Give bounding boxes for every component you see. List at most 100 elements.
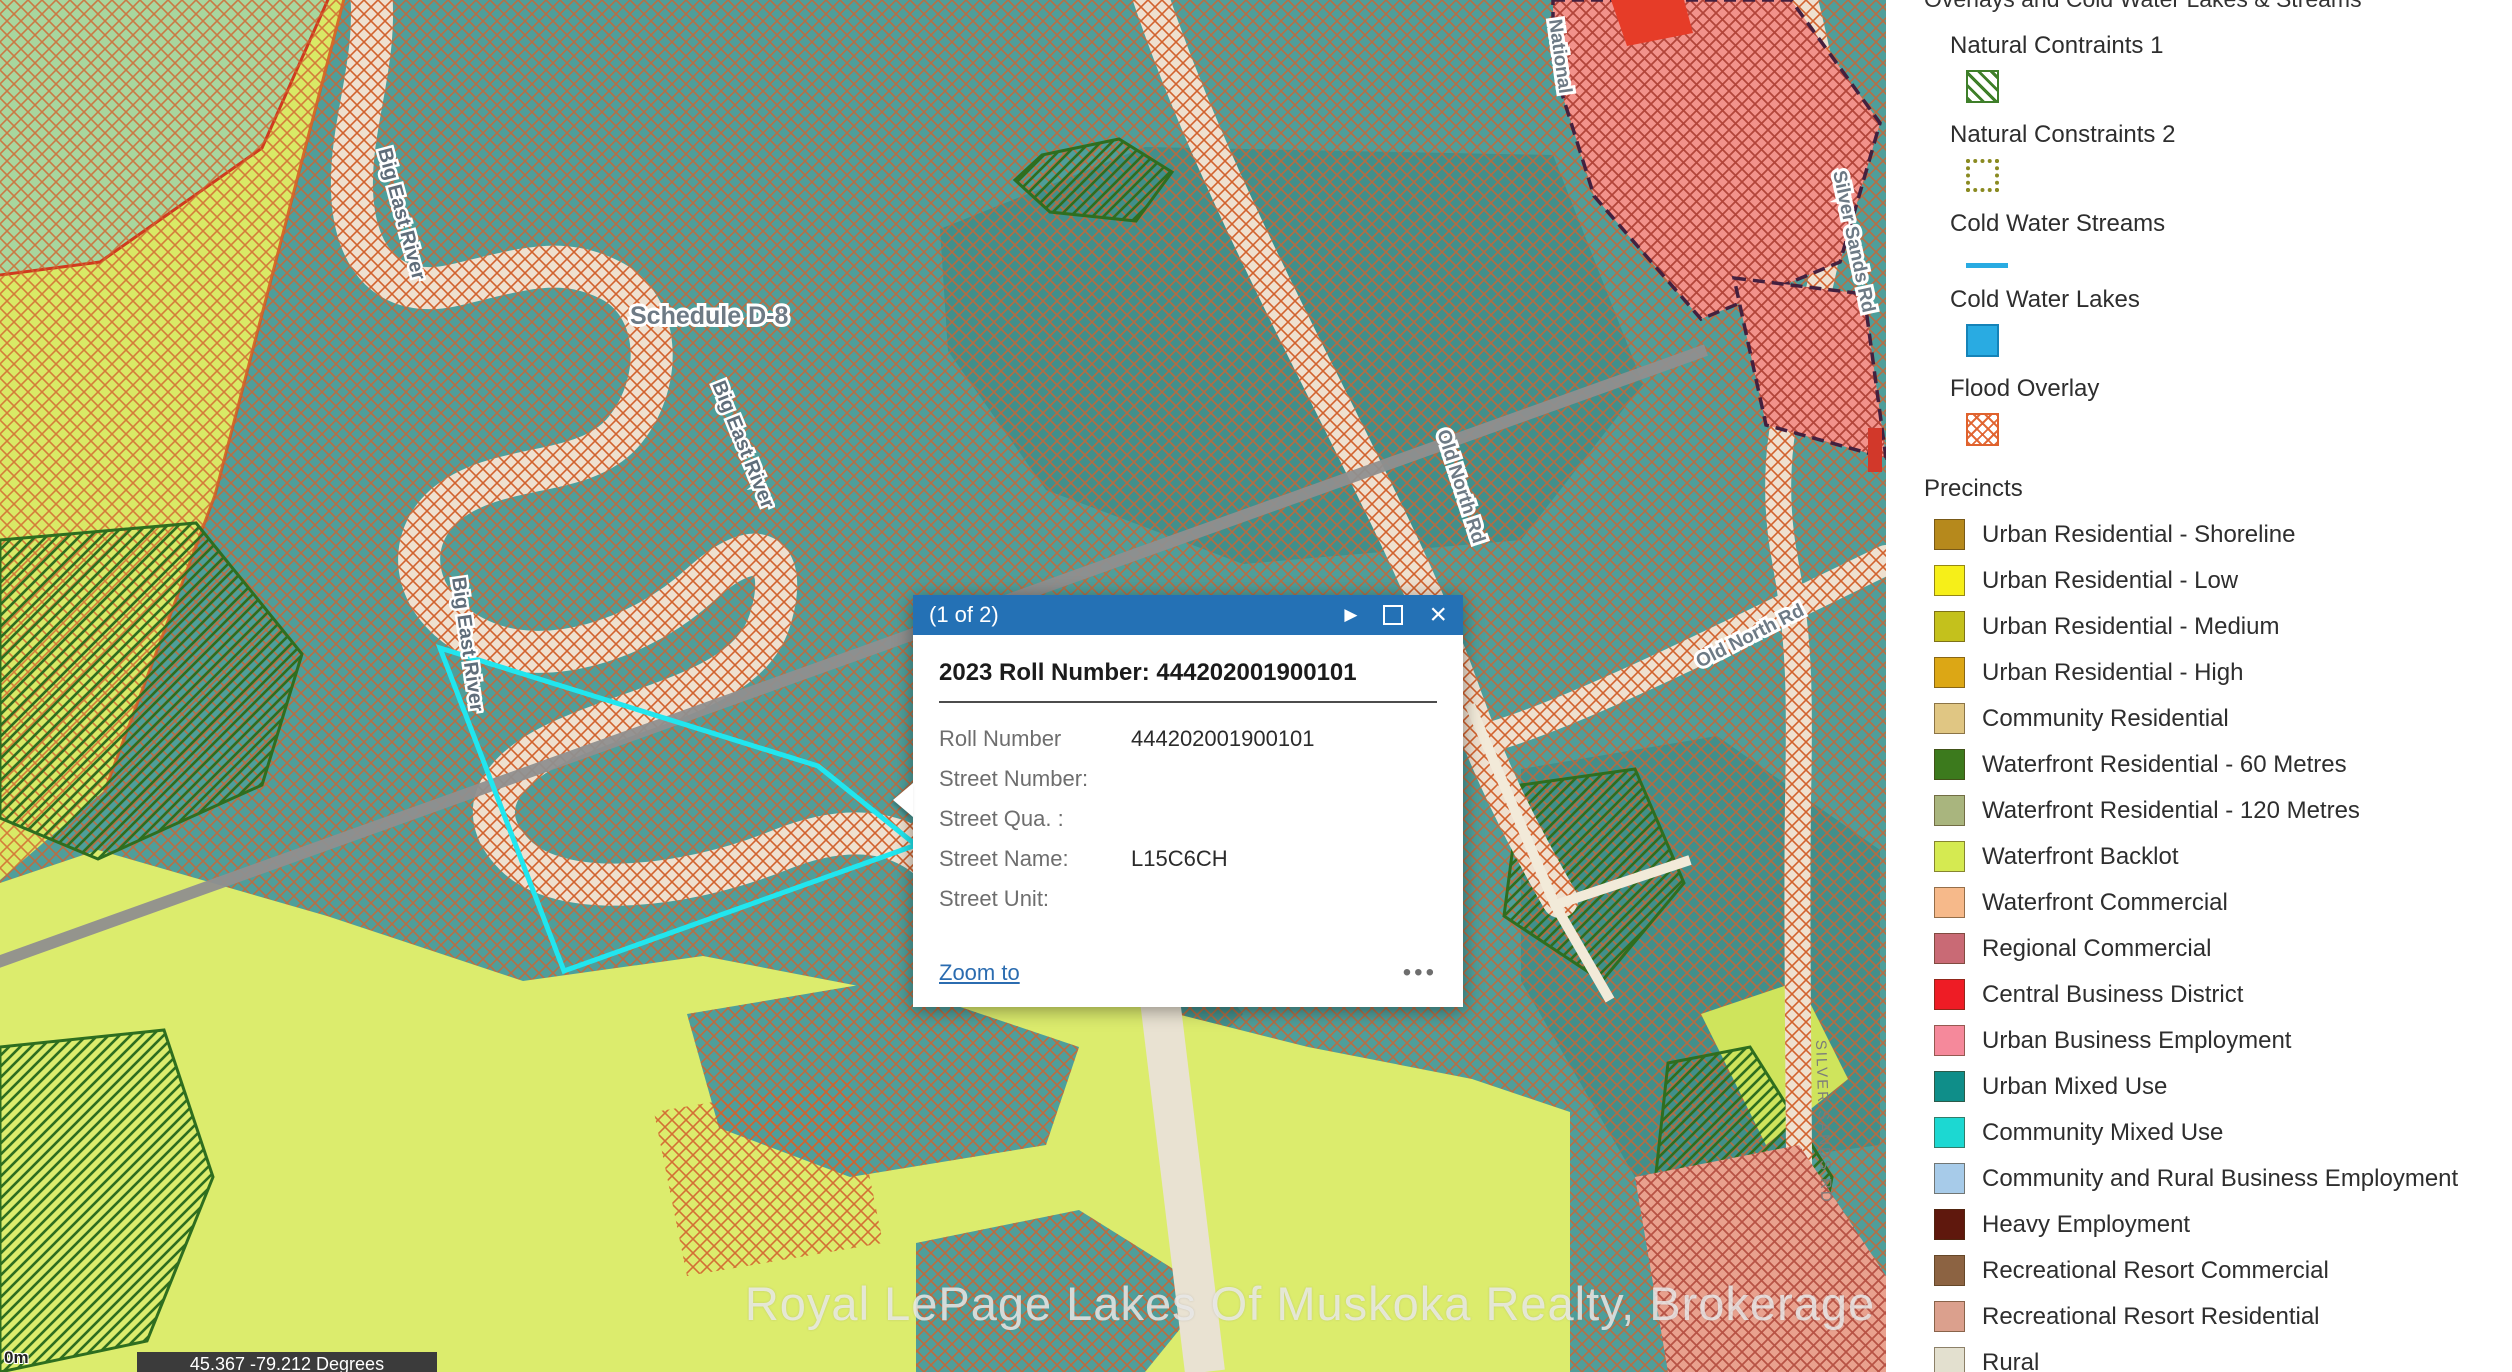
color-swatch-icon	[1934, 703, 1965, 734]
next-feature-button[interactable]: ▶	[1344, 605, 1357, 625]
legend-precinct-item: Waterfront Commercial	[1924, 887, 2512, 918]
color-swatch-icon	[1934, 657, 1965, 688]
field-row: Street Number:	[939, 759, 1437, 799]
color-swatch-icon	[1934, 887, 1965, 918]
popup-pagination: (1 of 2)	[929, 602, 999, 628]
legend-precinct-item: Urban Residential - Medium	[1924, 611, 2512, 642]
legend-precinct-item: Recreational Resort Commercial	[1924, 1255, 2512, 1286]
color-swatch-icon	[1934, 1347, 1965, 1372]
legend-precinct-item: Waterfront Backlot	[1924, 841, 2512, 872]
popup-body: 2023 Roll Number: 444202001900101 Roll N…	[913, 635, 1463, 919]
legend-label: Urban Residential - Shoreline	[1982, 520, 2296, 550]
legend-label: Cold Water Lakes	[1950, 285, 2512, 315]
flood-hatch-over-yellow	[654, 1079, 883, 1276]
maximize-icon	[1383, 605, 1403, 625]
field-label: Roll Number	[939, 726, 1131, 752]
color-swatch-icon	[1934, 519, 1965, 550]
field-value: 444202001900101	[1131, 726, 1315, 752]
color-swatch-icon	[1934, 1117, 1965, 1148]
legend-label: Regional Commercial	[1982, 934, 2211, 964]
legend-label: Natural Constraints 2	[1950, 120, 2512, 150]
app-window: Schedule D-8 Big East River Big East Riv…	[0, 0, 2512, 1372]
field-value: L15C6CH	[1131, 846, 1228, 872]
legend-label: Urban Mixed Use	[1982, 1072, 2167, 1102]
legend-label: Urban Business Employment	[1982, 1026, 2291, 1056]
blue-line-swatch-icon	[1966, 263, 2008, 268]
legend-precinct-item: Rural	[1924, 1347, 2512, 1372]
legend-label: Waterfront Backlot	[1982, 842, 2179, 872]
legend-label: Community and Rural Business Employment	[1982, 1164, 2458, 1194]
legend-precinct-item: Regional Commercial	[1924, 933, 2512, 964]
scalebar-label: 0m	[4, 1348, 29, 1368]
legend-precincts-header: Precincts	[1924, 474, 2512, 504]
legend-precinct-item: Urban Mixed Use	[1924, 1071, 2512, 1102]
field-row: Street Qua. :	[939, 799, 1437, 839]
region-red-sliver	[1868, 428, 1882, 472]
legend-overlay-item: Natural Contraints 1	[1924, 31, 2512, 103]
color-swatch-icon	[1934, 1255, 1965, 1286]
field-label: Street Number:	[939, 766, 1131, 792]
popup-title: 2023 Roll Number: 444202001900101	[939, 651, 1437, 703]
color-swatch-icon	[1934, 565, 1965, 596]
legend-label: Community Residential	[1982, 704, 2229, 734]
legend-precinct-item: Central Business District	[1924, 979, 2512, 1010]
popup-header[interactable]: (1 of 2) ▶ ×	[913, 595, 1463, 635]
maximize-button[interactable]	[1383, 605, 1403, 625]
field-label: Street Unit:	[939, 886, 1131, 912]
legend-precinct-item: Recreational Resort Residential	[1924, 1301, 2512, 1332]
legend-content: Overlays and Cold Water Lakes & Streams …	[1886, 0, 2512, 1372]
color-swatch-icon	[1934, 1025, 1965, 1056]
color-swatch-icon	[1934, 1209, 1965, 1240]
legend-label: Rural	[1982, 1348, 2039, 1372]
legend-precinct-item: Community Mixed Use	[1924, 1117, 2512, 1148]
orange-crosshatch-swatch-icon	[1966, 413, 1999, 446]
more-options-button[interactable]: •••	[1403, 959, 1437, 987]
field-row: Roll Number 444202001900101	[939, 719, 1437, 759]
legend-label: Recreational Resort Commercial	[1982, 1256, 2329, 1286]
legend-precinct-item: Waterfront Residential - 120 Metres	[1924, 795, 2512, 826]
legend-precinct-item: Urban Business Employment	[1924, 1025, 2512, 1056]
popup-fields: Roll Number 444202001900101 Street Numbe…	[939, 719, 1437, 919]
legend-label: Recreational Resort Residential	[1982, 1302, 2320, 1332]
blue-square-swatch-icon	[1966, 324, 1999, 357]
color-swatch-icon	[1934, 1071, 1965, 1102]
legend-label: Heavy Employment	[1982, 1210, 2190, 1240]
popup-footer: Zoom to •••	[913, 959, 1463, 1007]
legend-label: Central Business District	[1982, 980, 2243, 1010]
legend-label: Urban Residential - High	[1982, 658, 2243, 688]
legend-label: Urban Residential - Medium	[1982, 612, 2279, 642]
zoom-to-link[interactable]: Zoom to	[939, 960, 1020, 986]
close-button[interactable]: ×	[1429, 605, 1447, 625]
legend-label: Waterfront Residential - 120 Metres	[1982, 796, 2360, 826]
color-swatch-icon	[1934, 933, 1965, 964]
watermark-text: Royal LePage Lakes Of Muskoka Realty, Br…	[740, 1276, 1880, 1331]
color-swatch-icon	[1934, 979, 1965, 1010]
feature-popup: (1 of 2) ▶ × 2023 Roll Number: 444202001…	[913, 595, 1463, 1007]
map-label-schedule: Schedule D-8	[630, 302, 788, 330]
color-swatch-icon	[1934, 841, 1965, 872]
legend-precinct-item: Heavy Employment	[1924, 1209, 2512, 1240]
popup-callout-arrow	[893, 783, 913, 817]
legend-overlay-item: Natural Constraints 2	[1924, 120, 2512, 192]
legend-precinct-item: Community and Rural Business Employment	[1924, 1163, 2512, 1194]
legend-overlay-item: Flood Overlay	[1924, 374, 2512, 446]
legend-label: Flood Overlay	[1950, 374, 2512, 404]
legend-label: Natural Contraints 1	[1950, 31, 2512, 61]
color-swatch-icon	[1934, 795, 1965, 826]
field-label: Street Name:	[939, 846, 1131, 872]
dotted-outline-swatch-icon	[1966, 159, 1999, 192]
legend-precinct-item: Community Residential	[1924, 703, 2512, 734]
legend-section-header: Overlays and Cold Water Lakes & Streams	[1924, 0, 2512, 14]
legend-overlay-item: Cold Water Streams	[1924, 209, 2512, 268]
legend-panel[interactable]: Overlays and Cold Water Lakes & Streams …	[1886, 0, 2512, 1372]
color-swatch-icon	[1934, 1163, 1965, 1194]
green-hatch-swatch-icon	[1966, 70, 1999, 103]
legend-precinct-item: Urban Residential - Shoreline	[1924, 519, 2512, 550]
field-row: Street Name: L15C6CH	[939, 839, 1437, 879]
field-row: Street Unit:	[939, 879, 1437, 919]
color-swatch-icon	[1934, 611, 1965, 642]
legend-label: Urban Residential - Low	[1982, 566, 2238, 596]
legend-label: Waterfront Residential - 60 Metres	[1982, 750, 2347, 780]
field-label: Street Qua. :	[939, 806, 1131, 832]
legend-precinct-item: Urban Residential - High	[1924, 657, 2512, 688]
